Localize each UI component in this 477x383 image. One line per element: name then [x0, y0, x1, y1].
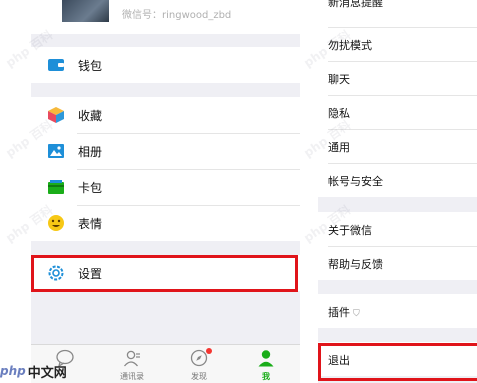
cards-label: 卡包 — [78, 180, 103, 195]
discover-badge-icon — [206, 348, 212, 354]
tab-discover-label: 发现 — [191, 372, 207, 381]
plugins-group: 插件 ⛉ — [318, 294, 477, 328]
favorites-item[interactable]: 收藏 — [31, 97, 300, 133]
plugins-label-text: 插件 — [328, 306, 350, 319]
wallet-icon — [47, 56, 65, 74]
features-group: 收藏 相册 卡包 表情 — [31, 97, 300, 241]
settings-label: 设置 — [78, 266, 103, 281]
logout-item[interactable]: 退出 — [318, 342, 477, 376]
shield-icon: ⛉ — [353, 309, 360, 319]
settings-item[interactable]: 设置 — [31, 255, 300, 291]
logout-label: 退出 — [328, 354, 350, 367]
album-label: 相册 — [78, 144, 103, 159]
notifications-label: 新消息提醒 — [328, 0, 383, 9]
bottom-tab-bar: 通讯录 发现 我 — [31, 344, 300, 383]
wallet-group: 钱包 — [31, 47, 300, 83]
cards-item[interactable]: 卡包 — [31, 169, 300, 205]
profile-header[interactable]: 微信号：ringwood_zbd — [31, 0, 300, 34]
help-feedback-label: 帮助与反馈 — [328, 258, 383, 271]
stickers-label: 表情 — [78, 216, 103, 231]
chat-settings-label: 聊天 — [328, 73, 350, 86]
account-security-item[interactable]: 帐号与安全 — [318, 163, 477, 197]
logo-cn-text: 中文网 — [27, 365, 67, 381]
wallet-label: 钱包 — [78, 58, 103, 73]
tab-contacts-label: 通讯录 — [120, 372, 144, 381]
album-item[interactable]: 相册 — [31, 133, 300, 169]
gear-icon — [47, 264, 65, 282]
person-icon — [257, 349, 275, 367]
tab-me[interactable]: 我 — [246, 345, 286, 383]
chat-settings-item[interactable]: 聊天 — [318, 61, 477, 95]
account-security-label: 帐号与安全 — [328, 175, 383, 188]
avatar — [62, 0, 109, 22]
logo-php-text: php — [0, 364, 26, 378]
favorites-label: 收藏 — [78, 108, 103, 123]
settings-group: 设置 — [31, 255, 300, 291]
wechat-id: 微信号：ringwood_zbd — [122, 10, 232, 21]
logout-group: 退出 — [318, 342, 477, 376]
tab-me-label: 我 — [262, 372, 270, 381]
help-feedback-item[interactable]: 帮助与反馈 — [318, 246, 477, 280]
me-page-panel: 微信号：ringwood_zbd 钱包 收藏 相册 卡包 表情 设置 通讯录 发… — [31, 0, 300, 383]
site-logo: php 中文网 — [0, 360, 67, 382]
card-icon — [47, 178, 65, 196]
settings-page-panel: 新消息提醒 勿扰模式 聊天 隐私 通用 帐号与安全 关于微信 帮助与反馈 插件 ⛉ — [318, 0, 477, 383]
stickers-item[interactable]: 表情 — [31, 205, 300, 241]
plugins-label: 插件 ⛉ — [328, 304, 360, 320]
contacts-icon — [123, 349, 141, 367]
tab-contacts[interactable]: 通讯录 — [112, 345, 152, 383]
notifications-item[interactable]: 新消息提醒 — [318, 0, 477, 27]
plugins-item[interactable]: 插件 ⛉ — [318, 294, 477, 328]
tab-discover[interactable]: 发现 — [179, 345, 219, 383]
photo-icon — [47, 142, 65, 160]
wallet-item[interactable]: 钱包 — [31, 47, 300, 83]
